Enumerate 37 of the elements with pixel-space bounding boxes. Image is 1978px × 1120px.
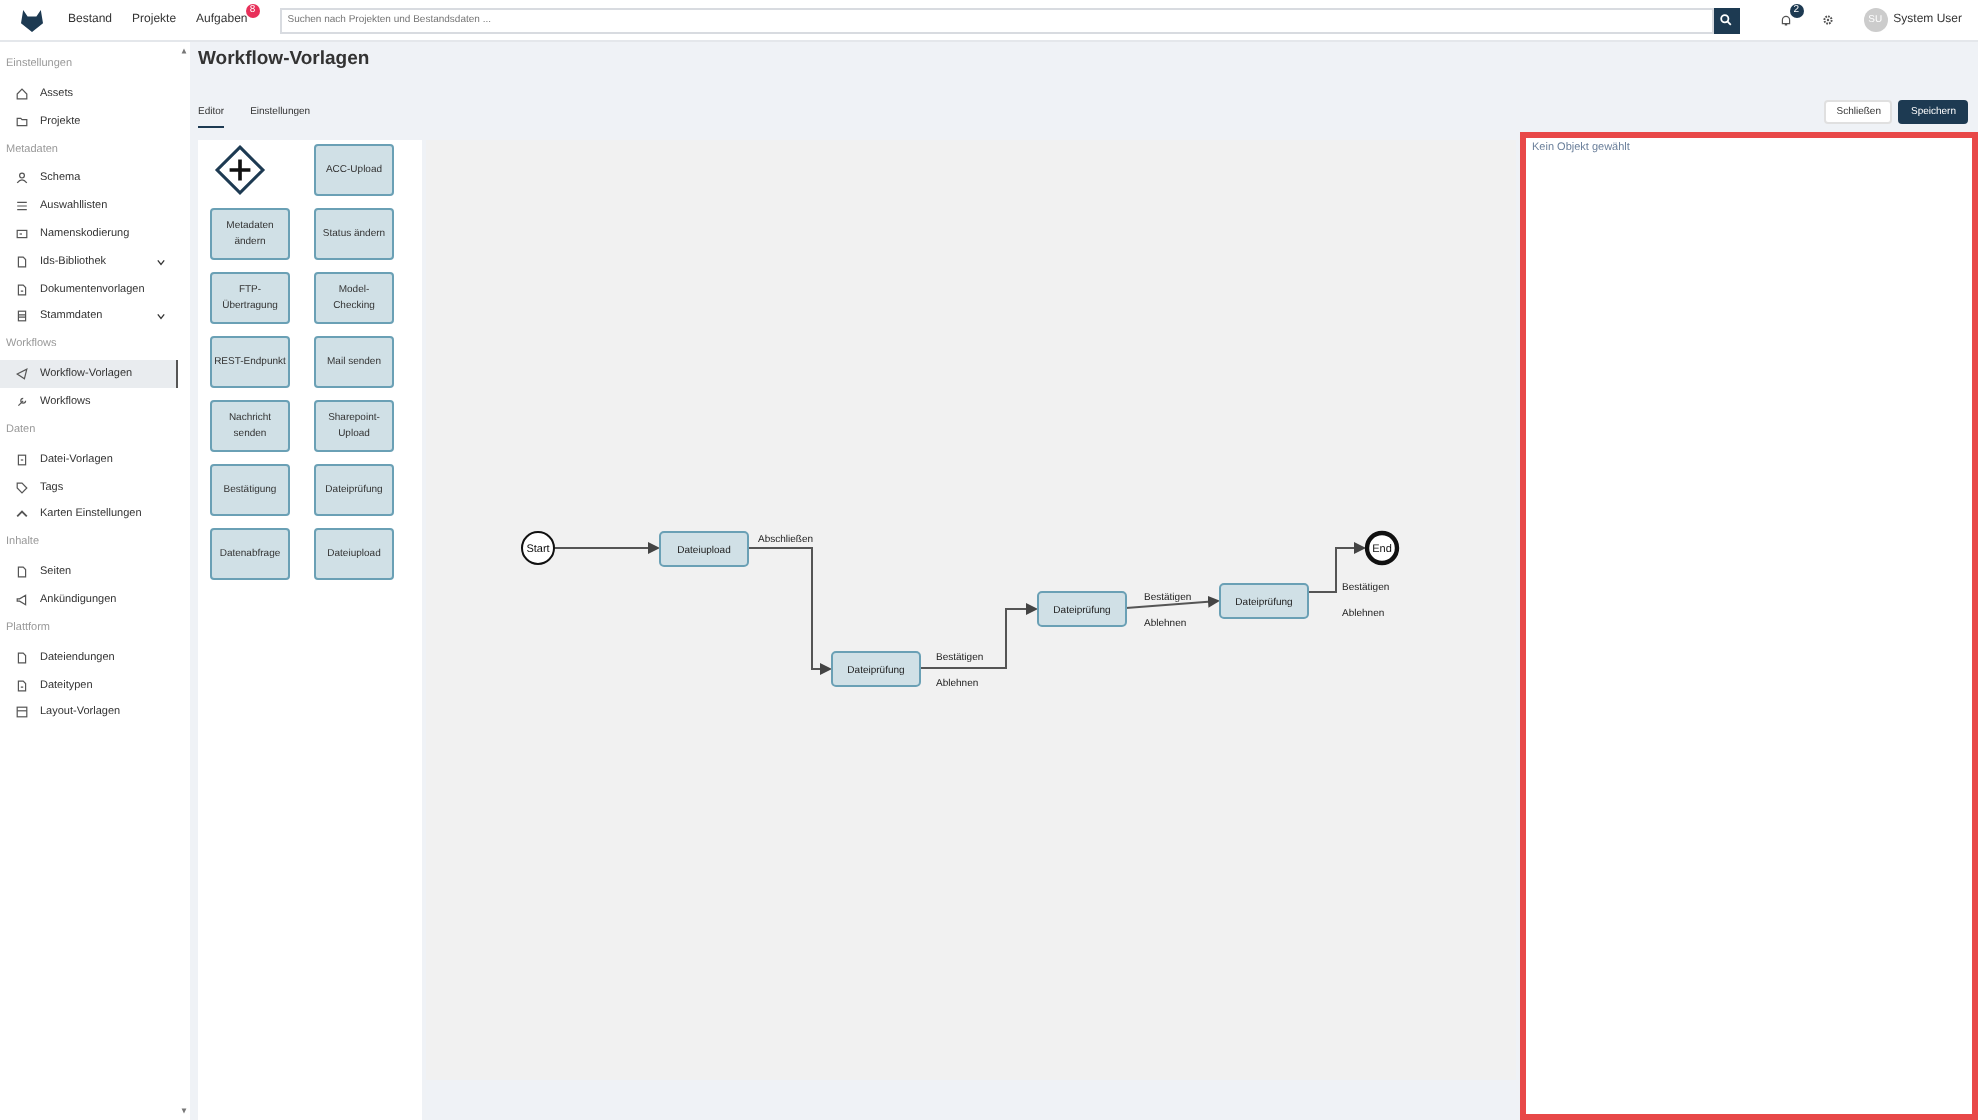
- document-icon: [16, 255, 28, 268]
- chevron-icon: [156, 257, 166, 266]
- list-icon: [16, 200, 28, 213]
- document-icon: [16, 283, 28, 296]
- scroll-up-icon: [180, 48, 188, 54]
- card-icon: [16, 228, 28, 241]
- document-icon: [16, 651, 28, 664]
- end-node: [1364, 530, 1400, 566]
- person-icon: [16, 172, 28, 185]
- megaphone-icon: [16, 594, 28, 607]
- send-icon: [16, 368, 28, 381]
- connector-arrow: [919, 603, 1038, 669]
- bell-icon: [1779, 14, 1792, 26]
- task-node: [659, 531, 749, 567]
- page-title: Workflow-Vorlagen: [198, 50, 372, 74]
- settings-icon: [1821, 14, 1834, 26]
- document-icon: [16, 679, 28, 692]
- layout-icon: [16, 706, 28, 719]
- search-icon: [1720, 14, 1733, 26]
- connector-arrow: [747, 547, 832, 675]
- tag-icon: [16, 481, 28, 494]
- chevron-icon: [156, 312, 166, 321]
- database-icon: [16, 310, 28, 323]
- task-node: [831, 651, 921, 687]
- file-icon: [16, 453, 28, 466]
- fox-logo-icon: [20, 9, 44, 31]
- scroll-down-icon: [180, 1108, 188, 1114]
- search-button[interactable]: [1713, 7, 1740, 33]
- wrench-icon: [16, 396, 28, 409]
- home-icon: [16, 87, 28, 100]
- folder-icon: [16, 115, 28, 128]
- start-node: [521, 531, 555, 565]
- page-icon: [16, 566, 28, 579]
- task-node: [1037, 591, 1127, 627]
- connector-arrow: [1125, 595, 1220, 609]
- connector-arrow: [553, 542, 660, 554]
- task-node: [1219, 583, 1309, 619]
